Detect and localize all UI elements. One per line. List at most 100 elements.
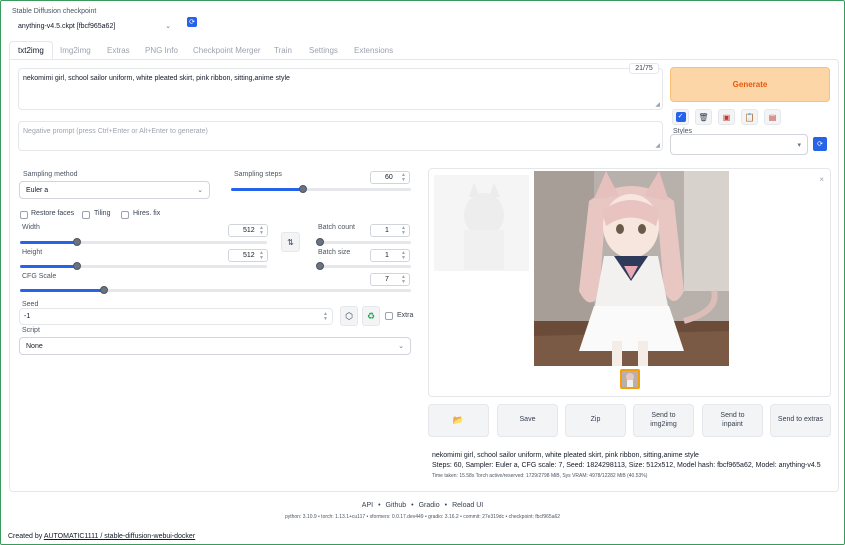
calendar-icon: ▤ xyxy=(768,112,777,122)
sampling-method-label: Sampling method xyxy=(23,171,78,178)
tab-txt2img[interactable]: txt2img xyxy=(9,41,53,59)
tab-checkpoint-merger[interactable]: Checkpoint Merger xyxy=(193,41,261,59)
stepper-icon: ▲ ▼ xyxy=(401,171,406,183)
slider-fill xyxy=(20,241,77,244)
github-link[interactable]: Github xyxy=(386,502,407,509)
stepper-icon: ▲ ▼ xyxy=(323,310,328,322)
slider-knob[interactable] xyxy=(316,238,324,246)
reload-ui-link[interactable]: Reload UI xyxy=(452,502,483,509)
close-icon[interactable]: × xyxy=(819,175,824,184)
gradio-link[interactable]: Gradio xyxy=(419,502,440,509)
footer-versions: python: 3.10.9 • torch: 1.13.1+cu117 • x… xyxy=(284,514,561,520)
slider-knob[interactable] xyxy=(73,262,81,270)
clear-prompt-button[interactable]: 🗑 xyxy=(695,109,712,125)
height-value: 512 xyxy=(243,252,255,259)
created-by-prefix: Created by xyxy=(8,533,44,540)
generation-params: Steps: 60, Sampler: Euler a, CFG scale: … xyxy=(432,462,821,469)
stepper-icon: ▲ ▼ xyxy=(259,224,264,236)
chevron-down-icon: ⌄ xyxy=(197,187,203,194)
tab-train[interactable]: Train xyxy=(274,41,292,59)
generate-label: Generate xyxy=(732,80,768,89)
batch-count-value: 1 xyxy=(385,227,389,234)
batch-size-slider[interactable] xyxy=(316,262,411,270)
zip-button[interactable]: Zip xyxy=(565,404,626,437)
generation-time: Time taken: 15.58s Torch active/reserved… xyxy=(432,473,648,479)
refresh-checkpoint-button[interactable]: ⟳ xyxy=(187,17,197,27)
checkpoint-value: anything-v4.5.ckpt [fbcf965a62] xyxy=(18,22,116,30)
tab-extras[interactable]: Extras xyxy=(107,41,130,59)
tab-settings[interactable]: Settings xyxy=(309,41,338,59)
created-by: Created by AUTOMATIC1111 / stable-diffus… xyxy=(8,533,195,540)
refresh-styles-button[interactable]: ⟳ xyxy=(813,137,827,151)
sampling-method-select[interactable]: Euler a ⌄ xyxy=(19,181,210,199)
save-button[interactable]: Save xyxy=(497,404,558,437)
generate-button[interactable]: Generate xyxy=(670,67,830,102)
cfg-scale-value: 7 xyxy=(385,276,389,283)
sampling-steps-input[interactable]: 60 ▲ ▼ xyxy=(370,171,410,184)
send-to-inpaint-button[interactable]: Send to inpaint xyxy=(702,404,763,437)
previous-image-thumbnail xyxy=(434,175,529,271)
sampling-steps-label: Sampling steps xyxy=(234,171,282,178)
slider-knob[interactable] xyxy=(299,185,307,193)
thumbnail-image xyxy=(622,371,638,387)
width-input[interactable]: 512 ▲ ▼ xyxy=(228,224,268,237)
hires-fix-checkbox[interactable] xyxy=(121,211,129,219)
width-slider[interactable] xyxy=(20,238,267,246)
folder-icon: 📂 xyxy=(452,414,465,425)
generation-info: nekomimi girl, school sailor uniform, wh… xyxy=(432,452,832,479)
dice-icon: ⬡ xyxy=(345,310,353,321)
api-link[interactable]: API xyxy=(362,502,373,509)
show-extra-networks-button[interactable]: ✓ xyxy=(672,109,689,125)
cfg-scale-input[interactable]: 7 ▲ ▼ xyxy=(370,273,410,286)
sampling-steps-slider[interactable] xyxy=(231,185,411,193)
height-input[interactable]: 512 ▲ ▼ xyxy=(228,249,268,262)
token-counter: 21/75 xyxy=(629,63,659,74)
slider-knob[interactable] xyxy=(316,262,324,270)
created-by-link[interactable]: AUTOMATIC1111 / stable-diffusion-webui-d… xyxy=(44,533,195,540)
extra-seed-checkbox[interactable] xyxy=(385,312,393,320)
restore-faces-checkbox[interactable] xyxy=(20,211,28,219)
open-folder-button[interactable]: 📂 xyxy=(428,404,489,437)
send-to-extras-button[interactable]: Send to extras xyxy=(770,404,831,437)
prompt-text: nekomimi girl, school sailor uniform, wh… xyxy=(23,75,290,82)
apply-style-button[interactable]: 📋 xyxy=(741,109,758,125)
styles-select[interactable]: ▾ xyxy=(670,134,808,155)
tab-img2img[interactable]: Img2img xyxy=(60,41,91,59)
height-slider[interactable] xyxy=(20,262,267,270)
generated-image[interactable] xyxy=(534,171,729,366)
prompt-input[interactable]: nekomimi girl, school sailor uniform, wh… xyxy=(18,68,663,110)
script-label: Script xyxy=(22,327,40,334)
script-select[interactable]: None ⌄ xyxy=(19,337,411,355)
tab-extensions[interactable]: Extensions xyxy=(354,41,393,59)
tab-png-info[interactable]: PNG Info xyxy=(145,41,178,59)
floppy-icon: ▣ xyxy=(722,112,731,122)
anime-girl-image xyxy=(534,171,729,366)
batch-count-slider[interactable] xyxy=(316,238,411,246)
checkpoint-select[interactable]: anything-v4.5.ckpt [fbcf965a62] ⌄ xyxy=(12,18,177,34)
seed-input[interactable]: -1 ▲ ▼ xyxy=(19,308,333,325)
width-value: 512 xyxy=(243,227,255,234)
tiling-checkbox[interactable] xyxy=(82,211,90,219)
random-seed-button[interactable]: ⬡ xyxy=(340,306,358,326)
swap-dimensions-button[interactable]: ⇅ xyxy=(281,232,300,252)
swap-arrows-icon: ⇅ xyxy=(287,237,294,247)
read-params-button[interactable]: ▣ xyxy=(718,109,735,125)
previous-image xyxy=(434,175,529,271)
seed-label: Seed xyxy=(22,301,39,308)
batch-count-input[interactable]: 1 ▲ ▼ xyxy=(370,224,410,237)
negative-prompt-input[interactable]: Negative prompt (press Ctrl+Enter or Alt… xyxy=(18,121,663,151)
stepper-icon: ▲ ▼ xyxy=(401,249,406,261)
save-style-button[interactable]: ▤ xyxy=(764,109,781,125)
send-to-img2img-button[interactable]: Send to img2img xyxy=(633,404,694,437)
negative-prompt-placeholder: Negative prompt (press Ctrl+Enter or Alt… xyxy=(23,128,208,135)
gallery-thumbnail[interactable] xyxy=(620,369,640,389)
script-value: None xyxy=(26,342,43,350)
slider-knob[interactable] xyxy=(73,238,81,246)
stepper-icon: ▲ ▼ xyxy=(401,273,406,285)
recycle-icon: ♻ xyxy=(366,310,376,321)
batch-size-input[interactable]: 1 ▲ ▼ xyxy=(370,249,410,262)
cfg-scale-slider[interactable] xyxy=(20,286,411,294)
reuse-seed-button[interactable]: ♻ xyxy=(362,306,380,326)
width-label: Width xyxy=(22,224,40,231)
slider-knob[interactable] xyxy=(100,286,108,294)
